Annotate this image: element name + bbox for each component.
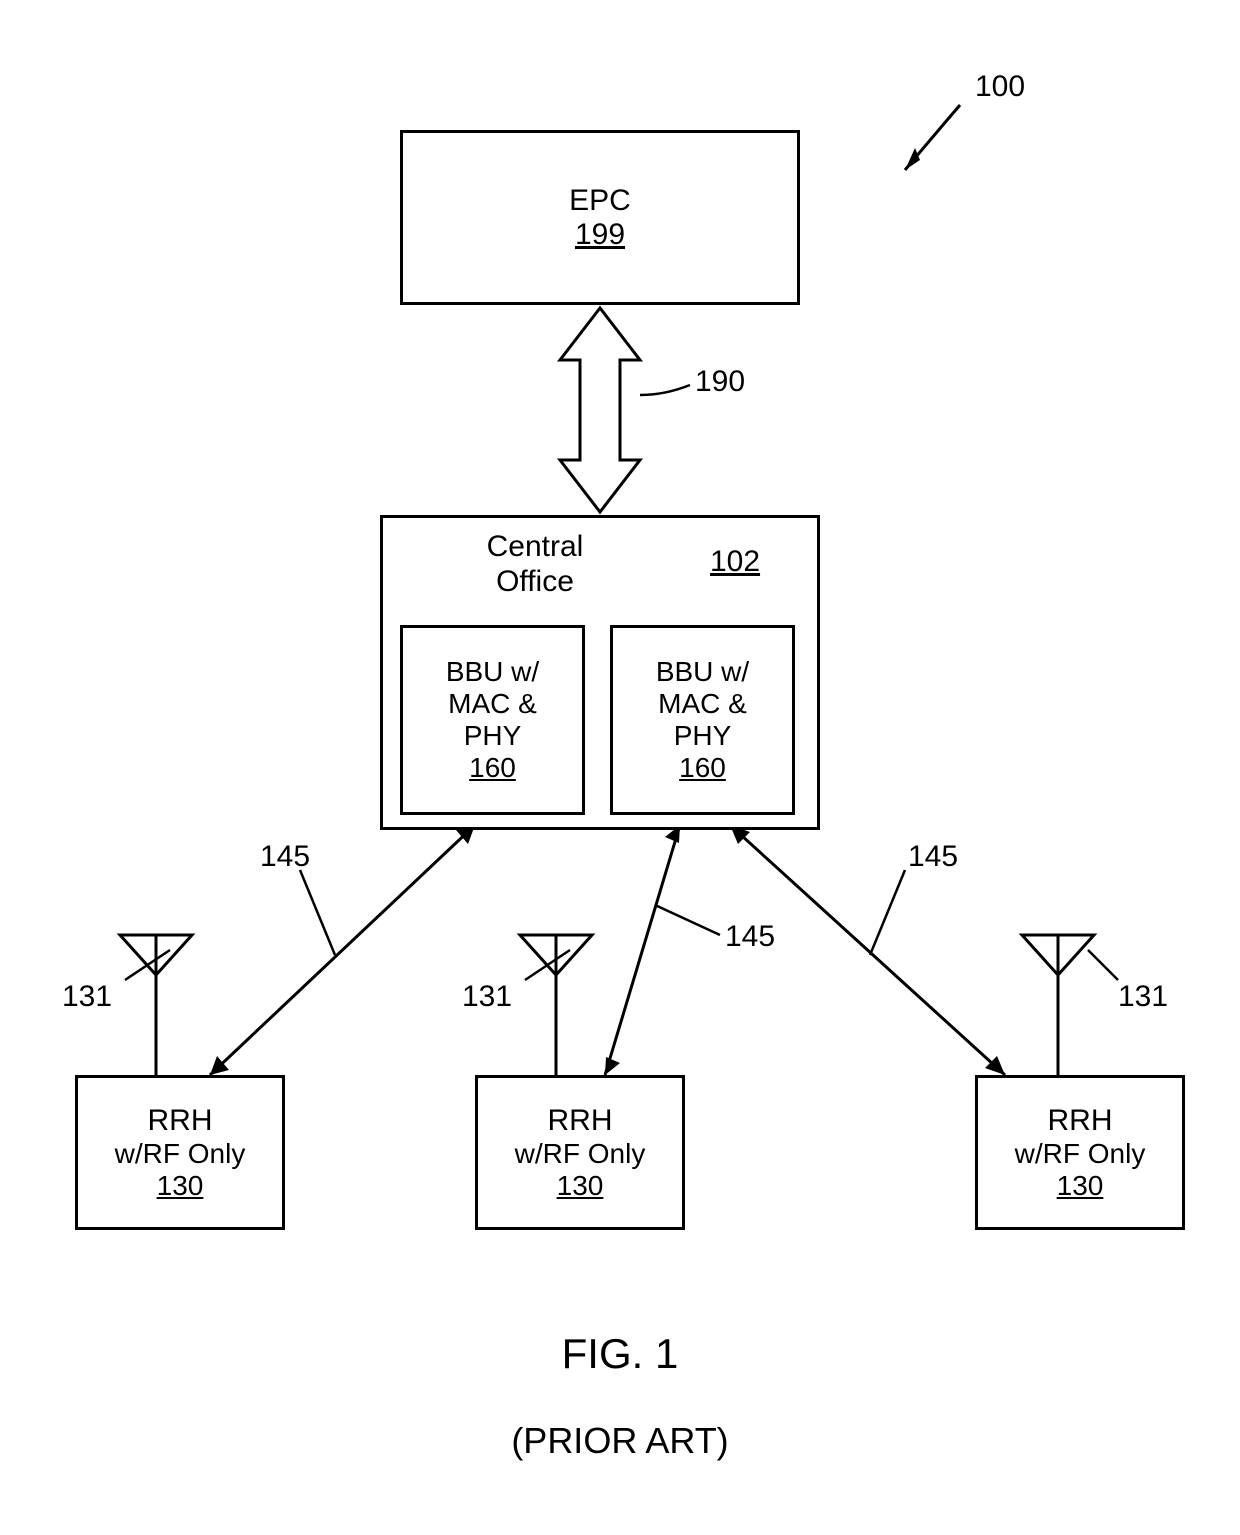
bbu1-line1: BBU w/	[446, 656, 539, 688]
rrh2-line1: RRH	[548, 1104, 613, 1138]
rrh1-line1: RRH	[148, 1104, 213, 1138]
bbu1-line2: MAC &	[448, 688, 537, 720]
rrh-box-1: RRH w/RF Only 130	[75, 1075, 285, 1230]
antenna-label-2: 131	[462, 980, 512, 1014]
epc-box: EPC 199	[400, 130, 800, 305]
central-office-title: Central Office	[470, 530, 600, 599]
rrh2-line2: w/RF Only	[515, 1138, 646, 1170]
central-office-num: 102	[710, 545, 760, 579]
bbu1-num: 160	[469, 752, 516, 784]
link-label-2: 145	[725, 920, 775, 954]
rrh1-num: 130	[157, 1170, 204, 1202]
epc-label: EPC	[569, 184, 631, 218]
figure-number-label: 100	[975, 70, 1025, 104]
bbu2-line1: BBU w/	[656, 656, 749, 688]
rrh3-num: 130	[1057, 1170, 1104, 1202]
epc-num: 199	[575, 218, 625, 252]
rrh1-line2: w/RF Only	[115, 1138, 246, 1170]
rrh3-line2: w/RF Only	[1015, 1138, 1146, 1170]
rrh-box-2: RRH w/RF Only 130	[475, 1075, 685, 1230]
link-label-3: 145	[908, 840, 958, 874]
bbu1-line3: PHY	[464, 720, 522, 752]
antenna-label-3: 131	[1118, 980, 1168, 1014]
bbu2-line3: PHY	[674, 720, 732, 752]
central-line2: Office	[496, 565, 574, 598]
figure-title: FIG. 1	[0, 1330, 1240, 1378]
bbu-box-2: BBU w/ MAC & PHY 160	[610, 625, 795, 815]
central-line1: Central	[487, 530, 584, 563]
bbu-box-1: BBU w/ MAC & PHY 160	[400, 625, 585, 815]
backhaul-label: 190	[695, 365, 745, 399]
rrh-box-3: RRH w/RF Only 130	[975, 1075, 1185, 1230]
link-label-1: 145	[260, 840, 310, 874]
rrh3-line1: RRH	[1048, 1104, 1113, 1138]
bbu2-num: 160	[679, 752, 726, 784]
antenna-label-1: 131	[62, 980, 112, 1014]
figure-subtitle: (PRIOR ART)	[0, 1420, 1240, 1462]
rrh2-num: 130	[557, 1170, 604, 1202]
bbu2-line2: MAC &	[658, 688, 747, 720]
